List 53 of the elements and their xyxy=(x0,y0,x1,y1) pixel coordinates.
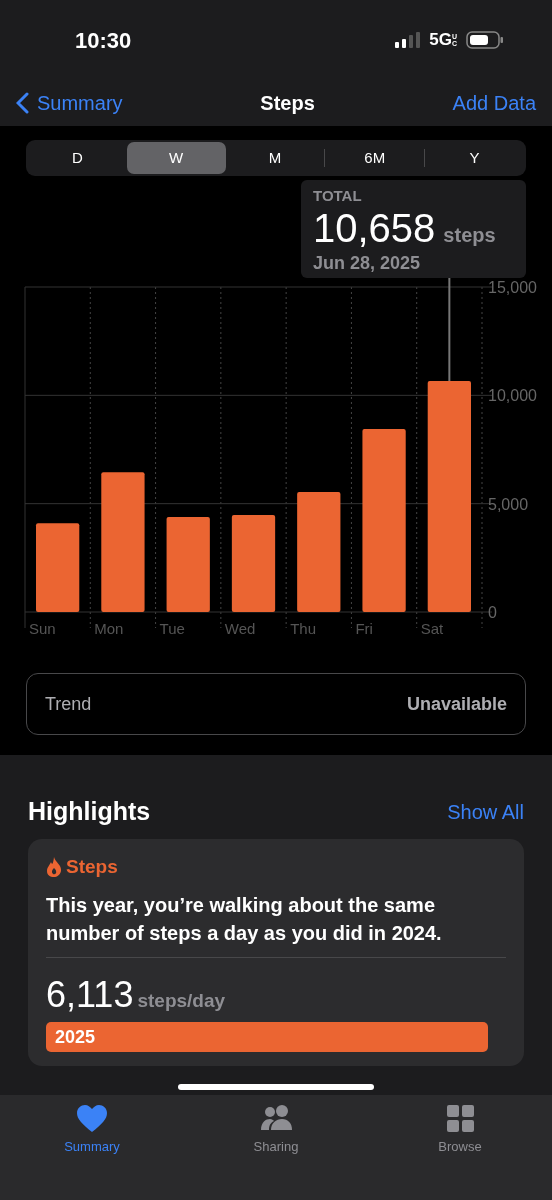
range-tab[interactable]: 6M xyxy=(325,142,425,174)
tooltip-date: Jun 28, 2025 xyxy=(313,252,421,275)
tooltip-unit: steps xyxy=(443,223,496,248)
trend-row[interactable]: Trend Unavailable xyxy=(26,673,526,735)
step-bar[interactable] xyxy=(362,428,406,612)
day-label: Mon xyxy=(94,620,124,637)
range-tab[interactable]: W xyxy=(126,142,226,174)
add-data-link[interactable]: Add Data xyxy=(452,88,536,118)
tab-bar-item[interactable]: Summary xyxy=(32,1103,152,1158)
people-icon xyxy=(260,1104,292,1133)
y-axis-label: 5,000 xyxy=(488,495,529,513)
signal-icon xyxy=(395,32,422,48)
page-title: Steps xyxy=(260,91,315,116)
category-label: Steps xyxy=(66,854,118,879)
trend-label: Trend xyxy=(45,692,92,716)
network-label: 5G xyxy=(429,29,452,52)
tooltip-value: 10,658 xyxy=(313,208,436,248)
show-all-link[interactable]: Show All xyxy=(447,796,524,827)
tooltip-label: TOTAL xyxy=(313,186,362,206)
range-tab[interactable]: Y xyxy=(425,142,524,174)
step-bar[interactable] xyxy=(166,517,210,612)
day-label: Sun xyxy=(29,620,56,637)
grid-icon xyxy=(444,1104,476,1133)
battery-icon xyxy=(466,31,504,49)
step-bar[interactable] xyxy=(427,381,471,612)
range-tab[interactable]: M xyxy=(225,142,325,174)
day-label: Sat xyxy=(420,620,444,637)
flame-icon xyxy=(46,856,62,877)
average-value: 6,113 xyxy=(46,973,134,1017)
back-link[interactable]: Summary xyxy=(16,88,123,118)
step-bar[interactable] xyxy=(36,523,80,612)
day-label: Thu xyxy=(290,620,316,637)
step-bar[interactable] xyxy=(101,472,145,612)
heart-icon xyxy=(76,1104,108,1133)
y-axis-label: 15,000 xyxy=(488,279,537,296)
unit-label: steps/day xyxy=(137,989,226,1013)
tab-bar-item[interactable]: Sharing xyxy=(216,1103,336,1158)
tab-bar-item[interactable]: Browse xyxy=(400,1103,520,1158)
back-chevron-icon xyxy=(16,92,29,114)
day-label: Tue xyxy=(159,620,185,637)
y-axis-label: 10,000 xyxy=(488,387,537,405)
day-label: Wed xyxy=(224,620,256,637)
highlight-card[interactable]: Steps This year, you’re walking about the same number of steps a day as you did in 2024. 6,113 steps/day 2025 xyxy=(28,838,524,1066)
day-label: Fri xyxy=(355,620,373,637)
step-bar[interactable] xyxy=(297,491,341,612)
clock: 10:30 xyxy=(75,26,132,55)
y-axis-label: 0 xyxy=(488,604,497,621)
year-bar: 2025 xyxy=(46,1022,488,1052)
range-tab[interactable]: D xyxy=(28,142,127,174)
section-title: Highlights xyxy=(28,796,151,827)
highlight-text: This year, you’re walking about the same number of steps a day as you did in 2024. xyxy=(46,893,443,946)
trend-value: Unavailable xyxy=(406,692,507,716)
step-bar[interactable] xyxy=(231,514,276,612)
